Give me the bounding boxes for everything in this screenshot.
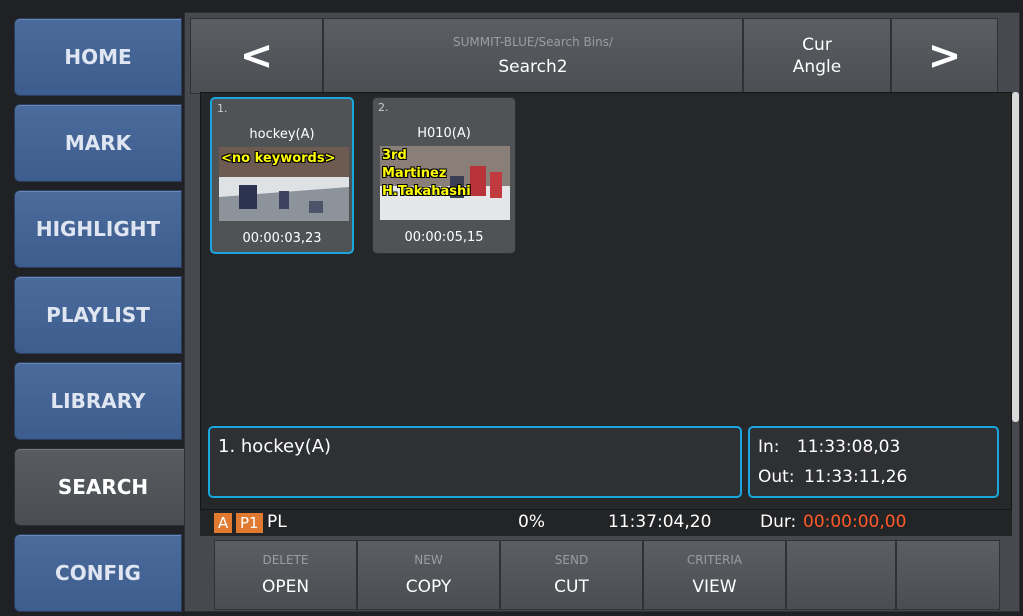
p1-badge: P1 <box>236 513 263 533</box>
nav-highlight-label: HIGHLIGHT <box>35 217 161 241</box>
clip-card-2[interactable]: 2. H010(A) 3rd Martinez H.Takahashi 00:0… <box>372 97 516 254</box>
blank-button-5[interactable] <box>786 540 896 610</box>
duration-value: 00:00:00,00 <box>803 512 907 532</box>
open-button[interactable]: DELETE OPEN <box>214 540 357 610</box>
view-shift-label: CRITERIA <box>686 553 743 567</box>
next-button[interactable]: > <box>891 18 998 94</box>
out-time: 11:33:11,26 <box>803 467 908 487</box>
bin-path-label: SUMMIT-BLUE/Search Bins/ <box>452 35 613 49</box>
nav-mark-label: MARK <box>64 131 132 155</box>
chevron-left-icon: < <box>239 33 274 79</box>
clip-grid-scrollbar[interactable] <box>1012 92 1019 422</box>
copy-shift-label: NEW <box>414 553 443 567</box>
in-label: In: <box>758 437 780 457</box>
clip-number: 1. <box>217 102 228 115</box>
nav-library-label: LIBRARY <box>50 389 146 413</box>
nav-config-label: CONFIG <box>55 561 141 585</box>
cur-angle-line2: Angle <box>792 57 842 77</box>
cut-label: CUT <box>554 577 589 597</box>
channel-a-badge: A <box>214 513 233 533</box>
prev-button[interactable]: < <box>190 18 323 94</box>
timecode-clock: 11:37:04,20 <box>608 512 712 532</box>
nav-config-button[interactable]: CONFIG <box>14 534 182 612</box>
clip-thumbnail: <no keywords> <box>219 147 349 221</box>
progress-percent: 0% <box>518 512 545 532</box>
cut-button[interactable]: SEND CUT <box>500 540 643 610</box>
selected-clip-name-box[interactable]: 1. hockey(A) <box>208 426 742 498</box>
cut-shift-label: SEND <box>554 553 589 567</box>
selected-clip-name: 1. hockey(A) <box>218 436 332 457</box>
nav-search-label: SEARCH <box>57 475 149 499</box>
bin-name-label: Search2 <box>498 57 568 77</box>
nav-library-button[interactable]: LIBRARY <box>14 362 182 440</box>
nav-playlist-label: PLAYLIST <box>46 303 150 327</box>
copy-label: COPY <box>405 577 452 597</box>
nav-home-label: HOME <box>64 45 132 69</box>
clip-name: hockey(A) <box>249 127 315 142</box>
view-button[interactable]: CRITERIA VIEW <box>643 540 786 610</box>
clip-keyword: H.Takahashi <box>382 184 471 199</box>
duration-label: Dur: <box>760 512 797 532</box>
copy-button[interactable]: NEW COPY <box>357 540 500 610</box>
clip-duration: 00:00:03,23 <box>242 231 322 246</box>
in-out-box[interactable]: In: 11:33:08,03 Out: 11:33:11,26 <box>748 426 999 498</box>
clip-duration: 00:00:05,15 <box>404 230 484 245</box>
clip-card-1[interactable]: 1. hockey(A) <no keywords> 00:00:03,23 <box>210 97 354 254</box>
cur-angle-button[interactable]: Cur Angle <box>743 18 891 94</box>
clip-name: H010(A) <box>417 126 471 141</box>
out-row: Out: 11:33:11,26 <box>758 462 989 492</box>
out-label: Out: <box>758 467 795 487</box>
clip-keyword: <no keywords> <box>221 151 336 166</box>
blank-button-6[interactable] <box>896 540 1000 610</box>
bin-path-display[interactable]: SUMMIT-BLUE/Search Bins/ Search2 <box>323 18 743 94</box>
chevron-right-icon: > <box>927 33 962 79</box>
nav-search-button[interactable]: SEARCH <box>14 448 192 526</box>
view-label: VIEW <box>692 577 737 597</box>
clip-keyword: 3rd <box>382 148 407 163</box>
open-label: OPEN <box>261 577 310 597</box>
pl-label: PL <box>267 512 287 532</box>
status-bar: A P1 PL 0% 11:37:04,20 Dur: 00:00:00,00 <box>200 510 1012 536</box>
nav-highlight-button[interactable]: HIGHLIGHT <box>14 190 182 268</box>
in-time: 11:33:08,03 <box>796 437 901 457</box>
open-shift-label: DELETE <box>262 553 309 567</box>
in-row: In: 11:33:08,03 <box>758 432 989 462</box>
nav-home-button[interactable]: HOME <box>14 18 182 96</box>
nav-playlist-button[interactable]: PLAYLIST <box>14 276 182 354</box>
cur-angle-line1: Cur <box>802 35 832 55</box>
app-frame: HOME MARK HIGHLIGHT PLAYLIST LIBRARY SEA… <box>0 0 1023 616</box>
clip-number: 2. <box>378 101 389 114</box>
clip-keyword: Martinez <box>382 166 447 181</box>
nav-mark-button[interactable]: MARK <box>14 104 182 182</box>
clip-thumbnail: 3rd Martinez H.Takahashi <box>380 146 510 220</box>
